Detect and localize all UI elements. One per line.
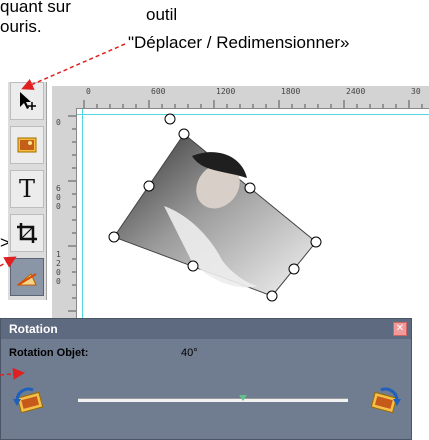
rotation-panel-title: Rotation: [1, 319, 411, 339]
tool-crop[interactable]: [10, 214, 44, 252]
rotate-left-icon: [13, 387, 44, 414]
resize-handle: [244, 182, 256, 194]
resize-handle: [288, 263, 300, 275]
resize-handle: [310, 236, 322, 248]
selected-photo-layer: [108, 113, 322, 302]
rotated-photo[interactable]: [113, 133, 317, 297]
rotate-left-button[interactable]: [11, 385, 45, 415]
annotation-fragment-top: quant sur: [0, 0, 71, 16]
text-tool-icon: T: [18, 175, 35, 203]
resize-handle: [143, 180, 155, 192]
rotate-right-button[interactable]: [369, 385, 403, 415]
resize-handle: [108, 231, 120, 243]
tool-text[interactable]: T: [10, 170, 44, 208]
rotation-handle: [164, 113, 176, 125]
resize-handle: [187, 260, 199, 272]
image-icon: [17, 137, 37, 153]
move-cursor-icon: [20, 92, 36, 110]
rotation-angle-value: 40°: [181, 347, 198, 359]
rotation-slider-track[interactable]: [78, 398, 348, 402]
document-canvas[interactable]: 0 600 1200 1800 2400 30 0 6 0 0 1 2 0 0: [52, 86, 429, 326]
tool-rotate[interactable]: [10, 258, 44, 296]
resize-handle: [178, 128, 190, 140]
annotation-fragment-top-2: ouris.: [0, 17, 42, 36]
tool-image[interactable]: [10, 126, 44, 164]
rotation-slider-thumb[interactable]: [238, 395, 247, 401]
annotation-move-resize: "Déplacer / Redimensionner»: [128, 33, 350, 52]
tool-palette: T: [8, 82, 47, 300]
rotation-panel: Rotation ✕ Rotation Objet: 40°: [0, 318, 412, 440]
close-icon[interactable]: ✕: [393, 322, 407, 336]
rotate-tool-icon: [16, 273, 37, 286]
rotate-right-icon: [370, 387, 401, 414]
rotation-object-label: Rotation Objet:: [9, 347, 89, 359]
annotation-outil: outil: [146, 5, 178, 24]
crop-icon: [17, 223, 37, 243]
tool-move-resize[interactable]: [10, 82, 44, 120]
resize-handle: [266, 290, 278, 302]
